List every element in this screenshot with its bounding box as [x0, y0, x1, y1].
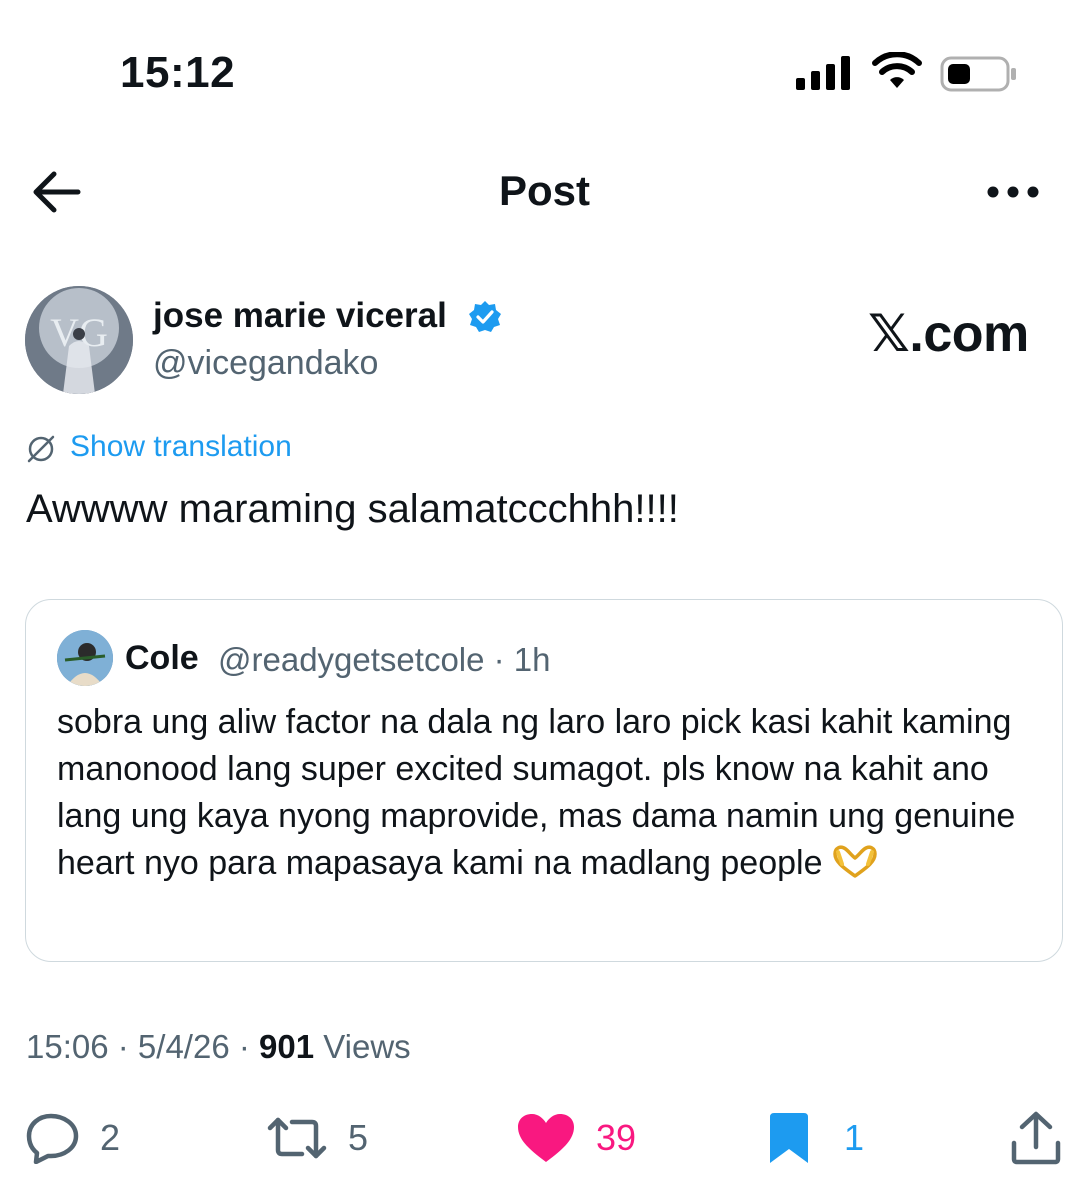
- quote-author-name[interactable]: Cole: [125, 639, 199, 678]
- page-title: Post: [498, 167, 590, 214]
- more-options-icon[interactable]: [986, 180, 1040, 204]
- share-icon: [1011, 1111, 1061, 1165]
- verified-badge-icon[interactable]: [468, 300, 502, 334]
- heart-filled-icon: [518, 1114, 574, 1162]
- bookmark-filled-icon: [770, 1113, 808, 1163]
- meta-separator: ·: [229, 1028, 259, 1065]
- bookmark-button[interactable]: 1: [766, 1110, 864, 1166]
- reply-button[interactable]: 2: [26, 1110, 120, 1166]
- translate-globe-icon: [27, 435, 55, 463]
- views-label: Views: [314, 1028, 411, 1065]
- meta-separator: ·: [108, 1028, 138, 1065]
- reply-icon: [26, 1113, 79, 1164]
- avatar-image: VG: [25, 286, 133, 394]
- quote-author-avatar[interactable]: [57, 630, 113, 686]
- quote-avatar-image: [57, 630, 113, 686]
- author-avatar[interactable]: VG: [25, 286, 133, 394]
- status-time: 15:12: [120, 48, 236, 97]
- quote-text: sobra ung aliw factor na dala ng laro la…: [57, 699, 1047, 887]
- share-button[interactable]: [1010, 1110, 1062, 1166]
- repost-icon: [267, 1117, 327, 1159]
- views-count: 901: [259, 1028, 315, 1065]
- quote-author-handle-time[interactable]: @readygetsetcole · 1h: [218, 641, 551, 679]
- battery-icon: [940, 56, 1016, 92]
- repost-button[interactable]: 5: [266, 1110, 368, 1166]
- post-text: Awwww maraming salamatccchhh!!!!: [26, 487, 679, 531]
- like-button[interactable]: 39: [516, 1110, 636, 1166]
- post-meta: 15:06 · 5/4/26 · 901 Views: [26, 1028, 411, 1066]
- author-name[interactable]: jose marie viceral: [153, 296, 447, 336]
- bookmark-count: 1: [844, 1117, 865, 1158]
- heart-hands-emoji-icon: [833, 845, 877, 878]
- post-date: 5/4/26: [137, 1028, 230, 1065]
- post-time: 15:06: [26, 1028, 109, 1065]
- author-handle[interactable]: @vicegandako: [153, 344, 378, 383]
- reply-count: 2: [100, 1117, 121, 1158]
- like-count: 39: [596, 1117, 637, 1158]
- x-com-watermark: 𝕏.com: [868, 305, 1029, 363]
- repost-count: 5: [348, 1117, 369, 1158]
- cellular-signal-icon: [796, 56, 850, 90]
- show-translation-link[interactable]: Show translation: [70, 430, 292, 464]
- wifi-icon: [872, 52, 922, 88]
